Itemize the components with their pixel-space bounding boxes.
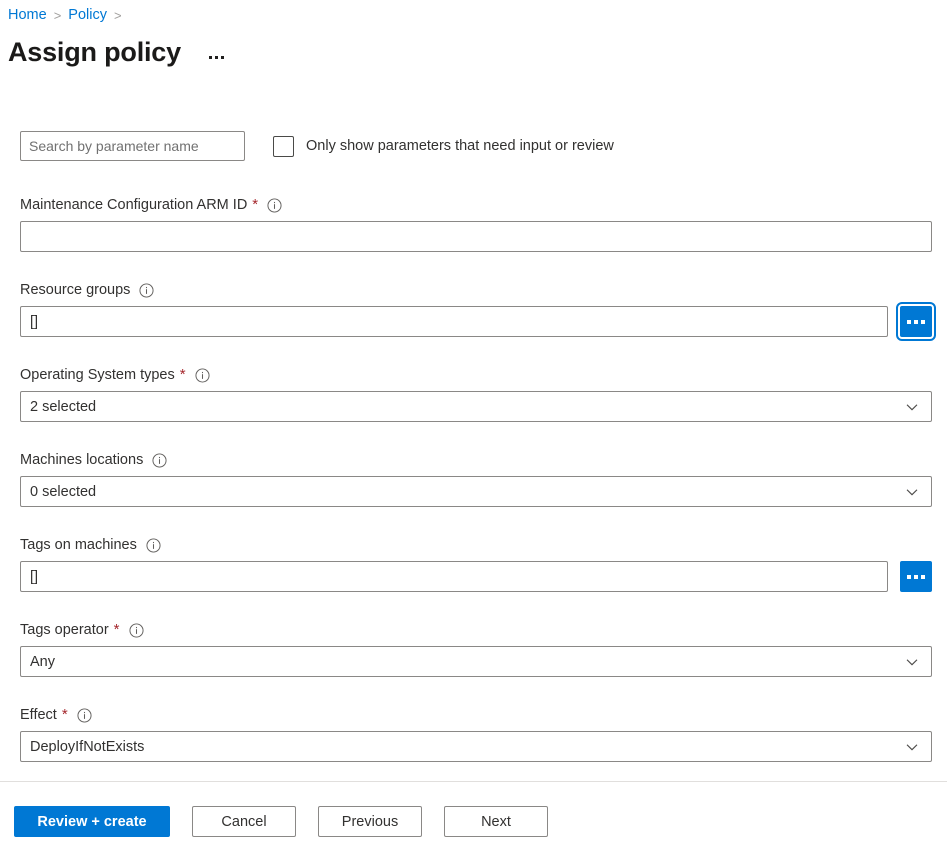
next-button[interactable]: Next: [444, 806, 548, 837]
field-label: Maintenance Configuration ARM ID *: [20, 195, 932, 215]
dropdown-value: 0 selected: [30, 483, 97, 500]
info-icon[interactable]: [146, 537, 161, 553]
info-icon[interactable]: [139, 282, 154, 298]
field-effect: Effect * DeployIfNotExists: [20, 705, 932, 762]
cancel-button[interactable]: Cancel: [192, 806, 296, 837]
info-icon[interactable]: [128, 622, 144, 638]
text-input[interactable]: [20, 306, 888, 337]
search-input[interactable]: [20, 131, 245, 161]
checkbox-label: Only show parameters that need input or …: [306, 138, 614, 154]
text-input[interactable]: [20, 561, 888, 592]
field-control-row: [20, 302, 936, 341]
breadcrumb: Home > Policy >: [8, 4, 129, 26]
dropdown-value: Any: [30, 653, 55, 670]
field-label: Operating System types *: [20, 365, 932, 385]
ellipsis-dot: [208, 55, 212, 59]
breadcrumb-item-policy[interactable]: Policy: [68, 7, 107, 23]
field-label: Tags operator *: [20, 620, 932, 640]
ellipsis-dot: [914, 319, 918, 324]
ellipsis-dot: [921, 574, 925, 579]
chevron-down-icon[interactable]: [905, 400, 919, 414]
required-asterisk: *: [252, 196, 259, 213]
picker-ellipsis-button[interactable]: [900, 561, 932, 592]
dropdown[interactable]: Any: [20, 646, 932, 677]
required-asterisk: *: [179, 366, 186, 383]
field-label-text: Operating System types: [20, 367, 175, 383]
chevron-down-icon[interactable]: [905, 485, 919, 499]
field-control-row: DeployIfNotExists: [20, 731, 932, 762]
only-show-needs-input-checkbox[interactable]: Only show parameters that need input or …: [273, 135, 614, 157]
field-label: Machines locations: [20, 450, 932, 470]
field-label-text: Maintenance Configuration ARM ID: [20, 197, 248, 213]
field-maintenance-configuration-arm-id: Maintenance Configuration ARM ID *: [20, 195, 932, 252]
field-label: Resource groups: [20, 280, 932, 300]
field-control-row: [20, 561, 932, 592]
checkbox-box[interactable]: [273, 135, 294, 157]
chevron-down-icon[interactable]: [905, 655, 919, 669]
field-control-row: 0 selected: [20, 476, 932, 507]
field-label-text: Effect: [20, 707, 57, 723]
field-label: Effect *: [20, 705, 932, 725]
breadcrumb-item-home[interactable]: Home: [8, 7, 47, 23]
chevron-down-icon[interactable]: [905, 740, 919, 754]
breadcrumb-separator-icon: >: [53, 7, 62, 23]
review-create-button[interactable]: Review + create: [14, 806, 170, 837]
ellipsis-dot: [914, 574, 918, 579]
more-actions-icon[interactable]: [207, 52, 226, 63]
dropdown-value: 2 selected: [30, 398, 97, 415]
info-icon[interactable]: [152, 452, 167, 468]
footer-divider: [0, 781, 947, 782]
info-icon[interactable]: [195, 367, 210, 383]
text-input[interactable]: [20, 221, 932, 252]
field-control-row: Any: [20, 646, 932, 677]
field-control-row: [20, 221, 932, 252]
info-icon[interactable]: [267, 197, 282, 213]
breadcrumb-separator-icon: >: [113, 7, 122, 23]
previous-button[interactable]: Previous: [318, 806, 422, 837]
ellipsis-dot: [907, 319, 911, 324]
dropdown[interactable]: 2 selected: [20, 391, 932, 422]
dropdown-value: DeployIfNotExists: [30, 738, 145, 755]
footer-actions: Review + create Cancel Previous Next: [14, 806, 570, 837]
field-tags-operator: Tags operator * Any: [20, 620, 932, 677]
field-machines-locations: Machines locations 0 selected: [20, 450, 932, 507]
ellipsis-dot: [220, 55, 224, 59]
page-title-row: Assign policy: [8, 34, 226, 70]
dropdown[interactable]: DeployIfNotExists: [20, 731, 932, 762]
ellipsis-dot: [214, 55, 218, 59]
ellipsis-dot: [907, 574, 911, 579]
dropdown[interactable]: 0 selected: [20, 476, 932, 507]
field-control-row: 2 selected: [20, 391, 932, 422]
field-tags-on-machines: Tags on machines: [20, 535, 932, 592]
field-label-text: Tags on machines: [20, 537, 137, 553]
ellipsis-dot: [921, 319, 925, 324]
field-label-text: Machines locations: [20, 452, 144, 468]
info-icon[interactable]: [77, 707, 92, 723]
field-label-text: Resource groups: [20, 282, 131, 298]
field-label: Tags on machines: [20, 535, 932, 555]
field-operating-system-types: Operating System types * 2 selected: [20, 365, 932, 422]
field-resource-groups: Resource groups: [20, 280, 936, 341]
parameters-form: Maintenance Configuration ARM ID * Resourc…: [20, 195, 936, 762]
required-asterisk: *: [61, 706, 68, 723]
picker-ellipsis-button[interactable]: [896, 302, 936, 341]
page-title: Assign policy: [8, 37, 181, 67]
field-label-text: Tags operator: [20, 622, 109, 638]
required-asterisk: *: [113, 621, 120, 638]
filter-row: Only show parameters that need input or …: [20, 131, 614, 161]
